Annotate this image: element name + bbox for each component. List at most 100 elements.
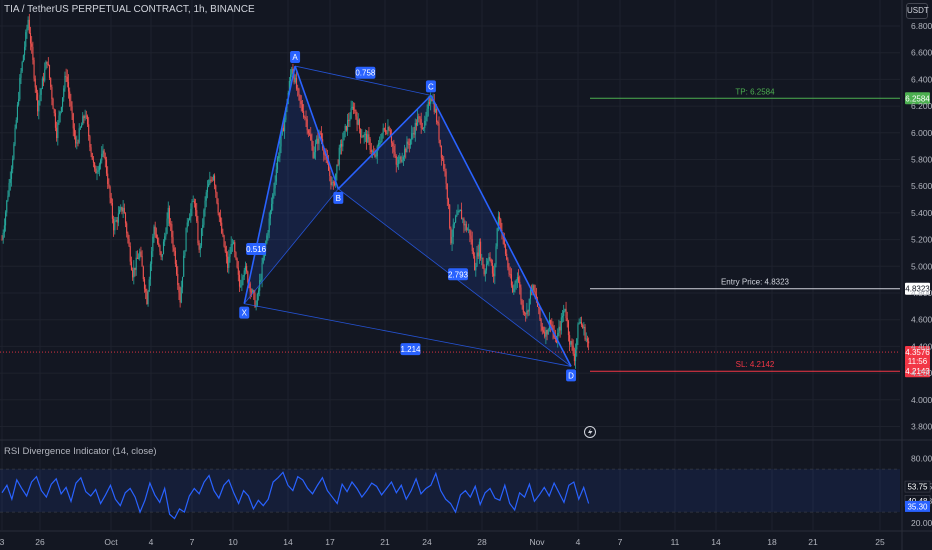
alert-icon[interactable]: [584, 426, 596, 438]
pattern-triangle-bcd: [338, 95, 572, 367]
candle-body: [392, 142, 394, 146]
candle-body: [409, 139, 412, 145]
candle-body: [440, 145, 442, 158]
ratio-label: 2.793: [448, 270, 469, 279]
countdown-text: 11:56: [908, 357, 928, 366]
candle-body: [102, 150, 104, 154]
candle-body: [108, 183, 110, 187]
candle-body: [484, 270, 486, 275]
candle-body: [223, 235, 225, 247]
candle-body: [586, 338, 588, 342]
candle-body: [342, 140, 344, 147]
candle-body: [414, 122, 416, 135]
candle-body: [1, 239, 3, 241]
price-tick-label: 5.0000: [911, 261, 932, 271]
candle-body: [358, 119, 360, 129]
candle-body: [417, 116, 419, 126]
candle-body: [278, 156, 280, 159]
time-tick-label: 4: [149, 537, 154, 547]
candle-body: [544, 331, 546, 337]
candle-body: [579, 321, 581, 324]
candle-body: [405, 148, 407, 153]
candle-body: [332, 182, 334, 184]
candle-body: [246, 266, 248, 272]
candle-body: [540, 319, 542, 327]
candle-body: [398, 159, 400, 165]
candle-body: [170, 223, 172, 225]
candle-body: [234, 242, 236, 253]
candle-body: [481, 257, 483, 259]
candle-body: [195, 203, 197, 211]
candle-body: [487, 260, 489, 264]
candle-body: [510, 274, 512, 286]
candle-body: [483, 268, 485, 275]
candle-body: [347, 119, 349, 131]
candle-body: [490, 259, 492, 264]
candle-body: [453, 222, 455, 225]
candle-body: [103, 150, 105, 158]
candle-body: [114, 221, 116, 231]
candle-body: [399, 156, 401, 160]
candle-body: [504, 244, 507, 254]
candle-body: [237, 267, 239, 275]
candle-body: [35, 87, 37, 93]
candle-body: [408, 144, 410, 145]
candle-body: [369, 139, 371, 150]
candle-body: [569, 335, 571, 345]
trading-chart[interactable]: TP: 6.25846.2584Entry Price: 4.83234.832…: [0, 0, 932, 550]
price-tick-label: 4.6000: [911, 315, 932, 325]
candle-body: [39, 94, 41, 101]
candle-body: [217, 203, 219, 213]
rsi-axis-tag-text: 53.75: [907, 483, 928, 492]
candle-body: [295, 77, 298, 89]
candle-body: [577, 324, 579, 339]
candle-body: [275, 169, 277, 182]
candle-body: [262, 257, 264, 263]
candle-body: [428, 102, 431, 104]
candle-body: [158, 242, 160, 246]
candle-body: [193, 201, 195, 204]
candle-body: [290, 74, 292, 82]
candle-body: [451, 236, 453, 244]
candle-body: [333, 182, 336, 186]
candle-body: [338, 147, 340, 165]
candle-body: [214, 175, 216, 186]
candle-body: [186, 222, 188, 228]
candle-body: [26, 28, 28, 33]
candle-body: [572, 345, 574, 354]
candle-body: [50, 77, 52, 88]
candle-body: [276, 158, 279, 170]
candle-body: [71, 106, 73, 114]
candle-body: [274, 181, 276, 189]
candle-body: [10, 168, 13, 179]
candle-body: [525, 313, 527, 315]
candle-body: [104, 157, 106, 160]
candle-body: [381, 132, 383, 142]
candle-body: [439, 139, 441, 146]
point-label-d: D: [568, 371, 574, 380]
candle-body: [145, 288, 147, 292]
candle-body: [109, 186, 111, 198]
time-tick-label: 28: [477, 537, 487, 547]
candle-body: [82, 116, 84, 125]
candle-body: [14, 128, 16, 145]
candle-body: [407, 141, 409, 145]
candle-body: [464, 224, 466, 226]
candle-body: [25, 32, 27, 47]
candle-body: [390, 136, 393, 143]
candle-body: [362, 136, 364, 138]
candle-body: [2, 232, 4, 240]
candle-body: [215, 185, 217, 193]
candle-body: [436, 108, 438, 123]
candle-body: [458, 211, 460, 212]
candle-body: [363, 134, 365, 138]
rsi-band: [0, 468, 900, 513]
candle-body: [364, 133, 366, 135]
candle-body: [447, 198, 450, 205]
time-tick-label: 18: [767, 537, 777, 547]
candle-body: [209, 179, 211, 185]
currency-button[interactable]: USDT: [906, 3, 929, 19]
candle-body: [507, 259, 509, 268]
candle-body: [66, 76, 68, 82]
candle-body: [368, 134, 370, 140]
